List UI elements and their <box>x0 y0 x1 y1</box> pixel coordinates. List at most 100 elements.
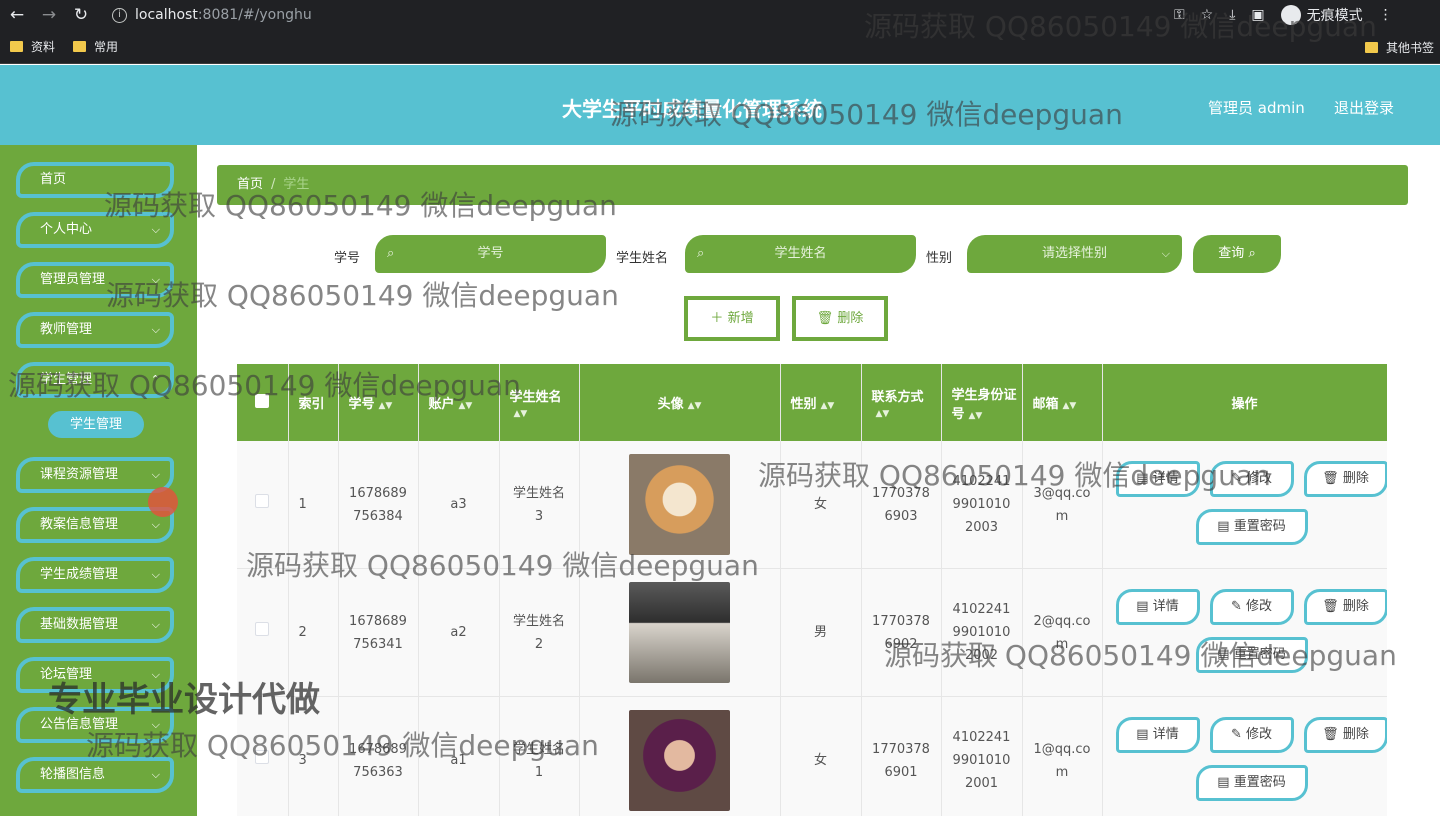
pencil-icon: ✎ <box>1230 471 1242 486</box>
detail-button[interactable]: ▤ 详情 <box>1115 717 1200 753</box>
sidebar-item-student-management[interactable]: 学生管理 ⌃ <box>16 362 174 398</box>
chevron-down-icon: ⌵ <box>151 223 160 236</box>
cell-text: 3@qq.com <box>1033 485 1091 524</box>
row-actions: ▤ 详情 ✎ 修改 🗑 删除 ▤ 重置密码 <box>1103 697 1387 816</box>
column-header-avatar[interactable]: 头像 ▲▼ <box>579 364 781 441</box>
sidebar-item-forum[interactable]: 论坛管理 ⌵ <box>16 657 174 693</box>
download-icon[interactable]: ⤓ <box>1229 7 1235 23</box>
app-title: 大学生平时成绩量化管理系统 <box>562 97 822 121</box>
gender-select[interactable]: 请选择性别 ⌵ <box>967 235 1182 273</box>
column-header-name[interactable]: 学生姓名 ▲▼ <box>499 364 580 441</box>
detail-label: 详情 <box>1152 471 1179 486</box>
document-icon: ▤ <box>1136 599 1149 614</box>
edit-button[interactable]: ✎ 修改 <box>1209 461 1294 497</box>
sidebar-item-teacher-management[interactable]: 教师管理 ⌵ <box>16 312 174 348</box>
plus-icon: ＋ <box>710 311 724 326</box>
row-checkbox[interactable] <box>237 568 289 697</box>
other-bookmarks[interactable]: 其他书签 <box>1364 39 1434 56</box>
info-icon[interactable]: i <box>112 7 127 23</box>
column-header-actions: 操作 <box>1102 364 1387 441</box>
delete-button[interactable]: 🗑 删除 <box>1303 589 1387 625</box>
sort-icon[interactable]: ▲▼ <box>459 401 473 411</box>
shiba-dog-avatar[interactable] <box>629 454 730 555</box>
column-header-phone[interactable]: 联系方式 ▲▼ <box>861 364 942 441</box>
purple-hair-man-avatar[interactable] <box>629 710 730 811</box>
sidebar-item-student-grades[interactable]: 学生成绩管理 ⌵ <box>16 557 174 593</box>
sidebar-item-lesson-plans[interactable]: 教案信息管理 ⌵ <box>16 507 174 543</box>
bookmark-folder[interactable]: 常用 <box>73 38 118 55</box>
cell-email: 2@qq.com <box>1022 568 1103 697</box>
column-header-account[interactable]: 账户 ▲▼ <box>418 364 500 441</box>
edit-label: 修改 <box>1246 471 1273 486</box>
incognito-icon: ◕ <box>1280 5 1301 25</box>
document-icon: ▤ <box>1136 471 1149 486</box>
sidepanel-icon[interactable]: ▣ <box>1251 7 1264 23</box>
sidebar-item-admin-management[interactable]: 管理员管理 ⌵ <box>16 262 174 298</box>
reload-icon[interactable]: ↻ <box>72 5 90 25</box>
column-label: 学号 <box>348 397 375 412</box>
detail-button[interactable]: ▤ 详情 <box>1115 589 1200 625</box>
cell-text: 1@qq.com <box>1033 741 1091 780</box>
edit-button[interactable]: ✎ 修改 <box>1209 589 1294 625</box>
delete-button[interactable]: 🗑 删除 <box>1303 461 1387 497</box>
sort-icon[interactable]: ▲▼ <box>969 411 983 421</box>
sort-icon[interactable]: ▲▼ <box>379 401 393 411</box>
reset-password-button[interactable]: ▤ 重置密码 <box>1195 765 1308 801</box>
student-name-input[interactable]: ⌕ 学生姓名 <box>685 235 916 273</box>
batch-delete-button[interactable]: 🗑 删除 <box>792 296 888 341</box>
sidebar-item-base-data[interactable]: 基础数据管理 ⌵ <box>16 607 174 643</box>
cell-id-card: 410224199010102002 <box>941 568 1023 697</box>
sort-icon[interactable]: ▲▼ <box>821 401 835 411</box>
cell-id-card: 410224199010102001 <box>941 696 1023 816</box>
sidebar-subitem-student-management[interactable]: 学生管理 <box>48 411 144 438</box>
sidebar-item-carousel[interactable]: 轮播图信息 ⌵ <box>16 757 174 793</box>
bookmark-folder[interactable]: 资料 <box>10 38 55 55</box>
key-icon[interactable]: ⚿ <box>1174 7 1185 23</box>
sidebar-item-home[interactable]: 首页 <box>16 162 174 198</box>
column-header-id-card[interactable]: 学生身份证号 ▲▼ <box>941 364 1023 441</box>
breadcrumb-home[interactable]: 首页 <box>237 177 263 192</box>
sidebar-item-label: 教师管理 <box>40 322 93 337</box>
browser-toolbar: ← → ↻ i localhost:8081/#/yonghu ⚿ ☆ ⤓ ▣ … <box>0 0 1440 30</box>
sort-icon[interactable]: ▲▼ <box>876 409 890 419</box>
incognito-indicator[interactable]: ◕ 无痕模式 <box>1280 5 1363 25</box>
column-label: 性别 <box>790 397 817 412</box>
cell-account: a2 <box>418 568 500 697</box>
cell-text: 学生姓名2 <box>512 613 565 652</box>
column-header-email[interactable]: 邮箱 ▲▼ <box>1022 364 1103 441</box>
detail-button[interactable]: ▤ 详情 <box>1115 461 1200 497</box>
pencil-icon: ✎ <box>1230 727 1242 742</box>
delete-button[interactable]: 🗑 删除 <box>1303 717 1387 753</box>
kebab-menu-icon[interactable]: ⋮ <box>1379 7 1393 23</box>
sort-icon[interactable]: ▲▼ <box>688 401 702 411</box>
reset-password-button[interactable]: ▤ 重置密码 <box>1195 509 1308 545</box>
forward-icon[interactable]: → <box>40 5 58 25</box>
cell-phone: 17703786903 <box>861 441 942 569</box>
man-portrait-avatar[interactable] <box>629 582 730 683</box>
sort-icon[interactable]: ▲▼ <box>514 409 528 419</box>
sidebar-item-personal-center[interactable]: 个人中心 ⌵ <box>16 212 174 248</box>
student-id-input[interactable]: ⌕ 学号 <box>375 235 606 273</box>
add-button[interactable]: ＋ 新增 <box>684 296 780 341</box>
row-checkbox[interactable] <box>237 696 289 816</box>
document-icon: ▤ <box>1217 775 1230 790</box>
column-header-gender[interactable]: 性别 ▲▼ <box>780 364 862 441</box>
reset-password-button[interactable]: ▤ 重置密码 <box>1195 637 1308 673</box>
cell-text: 1678689756384 <box>349 485 407 524</box>
logout-link[interactable]: 退出登录 <box>1334 97 1394 118</box>
star-icon[interactable]: ☆ <box>1201 7 1214 23</box>
query-button[interactable]: 查询 ⌕ <box>1193 235 1281 273</box>
cell-email: 3@qq.com <box>1022 441 1103 569</box>
student-id-label: 学号 <box>334 251 361 266</box>
edit-button[interactable]: ✎ 修改 <box>1209 717 1294 753</box>
sort-icon[interactable]: ▲▼ <box>1063 401 1077 411</box>
select-all-checkbox[interactable] <box>237 364 289 441</box>
browser-actions: ⚿ ☆ ⤓ ▣ ◕ 无痕模式 ⋮ <box>1174 5 1393 25</box>
cell-gender: 男 <box>780 568 862 697</box>
column-header-student-id[interactable]: 学号 ▲▼ <box>338 364 419 441</box>
sidebar-item-course-resources[interactable]: 课程资源管理 ⌵ <box>16 457 174 493</box>
sidebar-item-announcements[interactable]: 公告信息管理 ⌵ <box>16 707 174 743</box>
back-icon[interactable]: ← <box>8 5 26 25</box>
address-bar[interactable]: i localhost:8081/#/yonghu <box>104 2 1166 28</box>
row-checkbox[interactable] <box>237 441 289 569</box>
